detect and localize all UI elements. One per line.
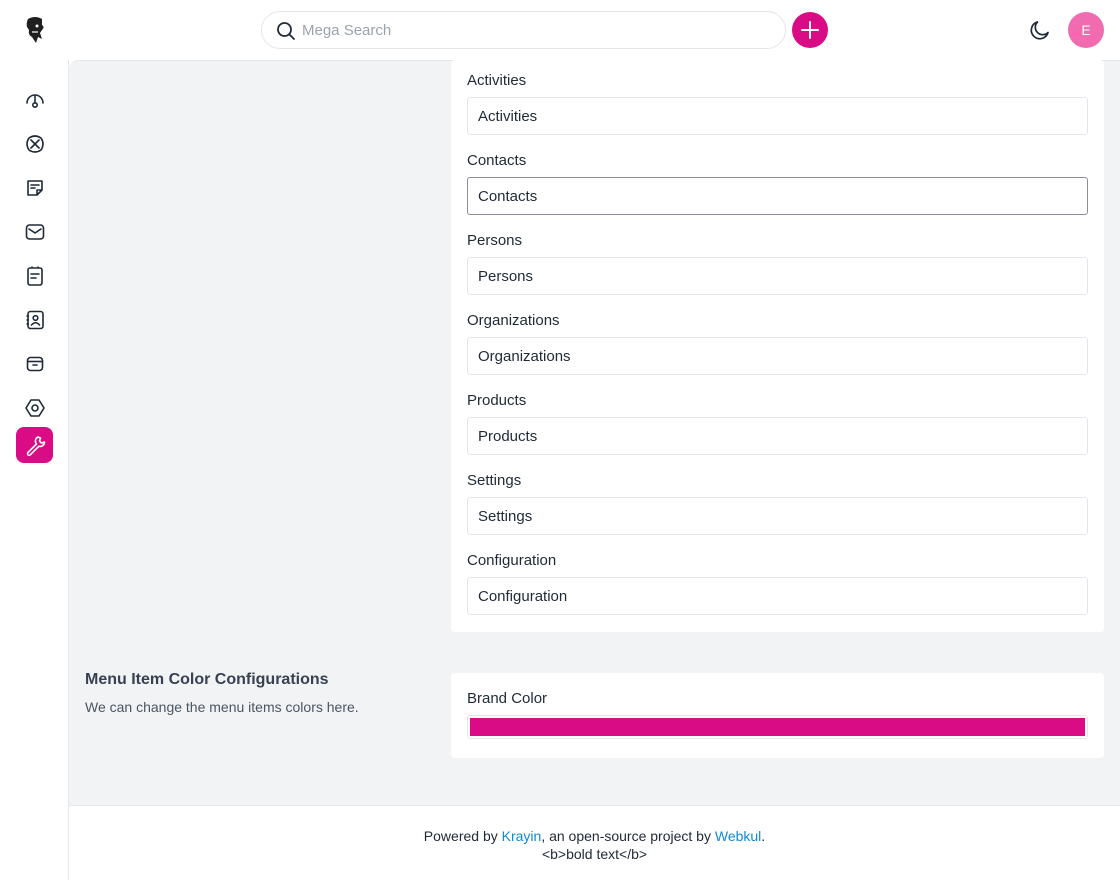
sidebar: [0, 60, 69, 880]
mail-icon: [25, 224, 44, 240]
field-input[interactable]: [467, 417, 1088, 455]
color-config-card: Brand Color: [451, 673, 1104, 758]
contacts-icon: [26, 310, 44, 330]
sidebar-item-leads[interactable]: [16, 126, 53, 162]
sidebar-item-products[interactable]: [16, 346, 53, 382]
configuration-icon: [26, 436, 45, 456]
field-input[interactable]: [467, 97, 1088, 135]
products-icon: [26, 356, 43, 372]
footer-suffix: .: [761, 828, 766, 844]
field-label: Activities: [467, 72, 527, 89]
leads-icon: [25, 135, 44, 153]
brand-color-label: Brand Color: [467, 690, 548, 707]
moon-icon[interactable]: [1028, 18, 1052, 42]
sidebar-item-contacts[interactable]: [16, 302, 53, 338]
activities-icon: [26, 266, 43, 286]
sidebar-item-settings[interactable]: [16, 390, 53, 426]
webkul-link[interactable]: Webkul: [715, 828, 761, 844]
sidebar-item-dashboard[interactable]: [16, 82, 53, 118]
footer: Powered by Krayin, an open-source projec…: [69, 805, 1120, 880]
search-input[interactable]: [302, 12, 762, 48]
field-label: Configuration: [467, 552, 557, 569]
field-input[interactable]: [467, 337, 1088, 375]
user-avatar[interactable]: E: [1068, 12, 1104, 48]
mega-search[interactable]: [261, 11, 786, 49]
quick-create-button[interactable]: [792, 12, 828, 48]
quotes-icon: [26, 180, 43, 196]
field-input[interactable]: [467, 177, 1088, 215]
top-bar: E: [0, 0, 1120, 60]
field-label: Contacts: [467, 152, 527, 169]
sidebar-item-mail[interactable]: [16, 214, 53, 250]
field-label: Settings: [467, 472, 522, 489]
sidebar-item-activities[interactable]: [16, 258, 53, 294]
dashboard-icon: [25, 94, 44, 109]
footer-middle: , an open-source project by: [541, 828, 715, 844]
section-description: We can change the menu items colors here…: [85, 699, 359, 715]
sidebar-item-quotes[interactable]: [16, 170, 53, 206]
plus-icon: [801, 21, 819, 39]
field-input[interactable]: [467, 577, 1088, 615]
field-input[interactable]: [467, 497, 1088, 535]
field-input[interactable]: [467, 257, 1088, 295]
logo-icon[interactable]: [22, 15, 48, 45]
field-label: Organizations: [467, 312, 560, 329]
footer-extra-text: <b>bold text</b>: [541, 846, 648, 862]
field-label: Persons: [467, 232, 523, 249]
footer-credit: Powered by Krayin, an open-source projec…: [69, 828, 1120, 844]
search-icon: [276, 21, 296, 41]
field-label: Products: [467, 392, 527, 409]
krayin-link[interactable]: Krayin: [502, 828, 542, 844]
main-content: Activities Contacts Persons Organizations Pr…: [69, 60, 1120, 805]
menu-labels-card: Activities Contacts Persons Organizations Pr…: [451, 60, 1104, 632]
footer-prefix: Powered by: [423, 828, 502, 844]
sidebar-item-configuration[interactable]: [16, 427, 53, 463]
brand-color-picker[interactable]: [467, 715, 1088, 739]
section-title: Menu Item Color Configurations: [85, 671, 329, 688]
brand-color-fill: [470, 718, 1085, 736]
settings-icon: [24, 399, 45, 417]
